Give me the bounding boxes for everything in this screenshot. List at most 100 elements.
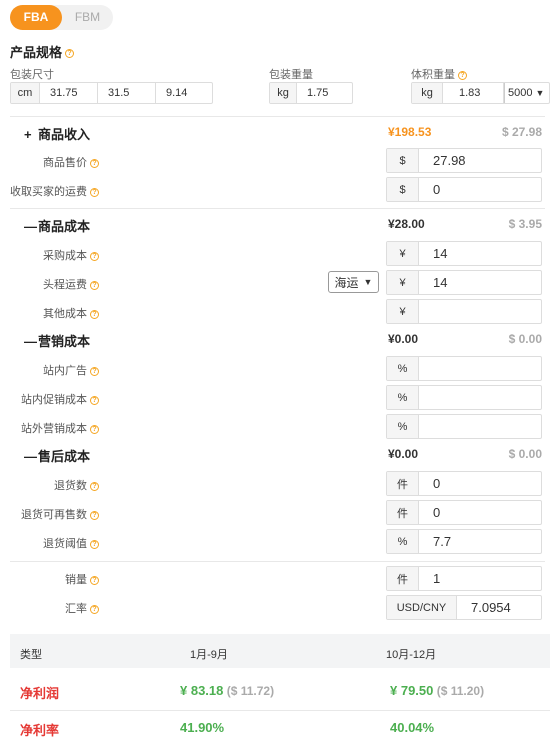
aftersale-cny: ¥0.00 bbox=[388, 447, 419, 461]
height-input[interactable]: 9.14 bbox=[156, 83, 212, 103]
divider bbox=[10, 710, 550, 711]
fx-rate-value[interactable]: 7.0954 bbox=[457, 596, 541, 619]
onsite-promo-value[interactable] bbox=[419, 386, 541, 409]
resellable-input[interactable]: 件 0 bbox=[386, 500, 542, 525]
freight-value[interactable]: 14 bbox=[419, 271, 541, 294]
vol-weight-label-text: 体积重量 bbox=[411, 69, 455, 81]
summary-col-type: 类型 bbox=[20, 649, 42, 661]
width-input[interactable]: 31.5 bbox=[98, 83, 156, 103]
goods-cost-cny: ¥28.00 bbox=[388, 217, 425, 231]
pkg-size-field: cm 31.75 31.5 9.14 bbox=[10, 82, 213, 104]
income-usd: $ 27.98 bbox=[501, 125, 542, 139]
help-icon[interactable]: ? bbox=[90, 395, 99, 405]
sales-qty-input[interactable]: 件 1 bbox=[386, 566, 542, 591]
length-input[interactable]: 31.75 bbox=[40, 83, 98, 103]
pkg-weight-label: 包装重量 bbox=[269, 69, 313, 81]
onsite-promo-input[interactable]: % bbox=[386, 385, 542, 410]
help-icon[interactable]: ? bbox=[90, 366, 99, 376]
buyer-shipping-value[interactable]: 0 bbox=[419, 178, 541, 201]
help-icon[interactable]: ? bbox=[458, 70, 467, 80]
price-input[interactable]: $ 27.98 bbox=[386, 148, 542, 173]
help-icon[interactable]: ? bbox=[90, 424, 99, 434]
marketing-title-text: 营销成本 bbox=[38, 334, 91, 349]
purchase-input[interactable]: ¥ 14 bbox=[386, 241, 542, 266]
onsite-ads-label: 站内广告? bbox=[4, 362, 99, 378]
price-unit: $ bbox=[387, 149, 419, 172]
price-value[interactable]: 27.98 bbox=[419, 149, 541, 172]
onsite-promo-label-text: 站内促销成本 bbox=[21, 394, 87, 406]
other-cost-value[interactable] bbox=[419, 300, 541, 323]
freight-unit: ¥ bbox=[387, 271, 419, 294]
collapse-icon[interactable]: — bbox=[24, 449, 38, 464]
onsite-ads-input[interactable]: % bbox=[386, 356, 542, 381]
return-threshold-input[interactable]: % 7.7 bbox=[386, 529, 542, 554]
offsite-marketing-label-text: 站外营销成本 bbox=[21, 423, 87, 435]
buyer-shipping-label: 收取买家的运费? bbox=[4, 183, 99, 199]
freight-label-text: 头程运费 bbox=[43, 279, 87, 291]
divider bbox=[10, 116, 545, 117]
marketing-usd: $ 0.00 bbox=[508, 332, 542, 346]
help-icon[interactable]: ? bbox=[90, 309, 99, 319]
vol-weight-input[interactable]: 1.83 bbox=[443, 83, 504, 103]
returns-value[interactable]: 0 bbox=[419, 472, 541, 495]
aftersale-title-text: 售后成本 bbox=[38, 449, 91, 464]
buyer-shipping-unit: $ bbox=[387, 178, 419, 201]
offsite-marketing-label: 站外营销成本? bbox=[4, 420, 99, 436]
return-threshold-value[interactable]: 7.7 bbox=[419, 530, 541, 553]
return-threshold-label: 退货阈值? bbox=[4, 535, 99, 551]
freight-mode-select[interactable]: 海运 ▼ bbox=[328, 271, 379, 293]
resellable-label: 退货可再售数? bbox=[4, 506, 99, 522]
return-threshold-unit: % bbox=[387, 530, 419, 553]
resellable-label-text: 退货可再售数 bbox=[21, 509, 87, 521]
help-icon[interactable]: ? bbox=[90, 251, 99, 261]
net-profit-oct-dec-usd: ($ 11.20) bbox=[436, 684, 485, 698]
help-icon[interactable]: ? bbox=[90, 539, 99, 549]
onsite-ads-unit: % bbox=[387, 357, 419, 380]
help-icon[interactable]: ? bbox=[90, 575, 99, 585]
onsite-ads-label-text: 站内广告 bbox=[43, 365, 87, 377]
aftersale-title: —售后成本 bbox=[24, 446, 90, 465]
purchase-value[interactable]: 14 bbox=[419, 242, 541, 265]
net-profit-jan-sep-usd: ($ 11.72) bbox=[226, 684, 275, 698]
freight-mode-value: 海运 bbox=[334, 275, 359, 290]
returns-label: 退货数? bbox=[4, 477, 99, 493]
fx-rate-input[interactable]: USD/CNY 7.0954 bbox=[386, 595, 542, 620]
tab-fbm[interactable]: FBM bbox=[62, 5, 113, 30]
fx-rate-label: 汇率? bbox=[4, 600, 99, 616]
other-cost-input[interactable]: ¥ bbox=[386, 299, 542, 324]
purchase-label: 采购成本? bbox=[4, 247, 99, 263]
pkg-weight-unit: kg bbox=[270, 83, 297, 103]
divider bbox=[10, 208, 545, 209]
help-icon[interactable]: ? bbox=[90, 158, 99, 168]
buyer-shipping-input[interactable]: $ 0 bbox=[386, 177, 542, 202]
help-icon[interactable]: ? bbox=[90, 187, 99, 197]
net-profit-jan-sep: ¥ 83.18 ($ 11.72) bbox=[180, 683, 274, 698]
resellable-value[interactable]: 0 bbox=[419, 501, 541, 524]
help-icon[interactable]: ? bbox=[90, 280, 99, 290]
vol-divisor-select[interactable]: 5000 ▼ bbox=[504, 83, 549, 103]
help-icon[interactable]: ? bbox=[65, 49, 75, 59]
offsite-marketing-input[interactable]: % bbox=[386, 414, 542, 439]
help-icon[interactable]: ? bbox=[90, 481, 99, 491]
returns-label-text: 退货数 bbox=[54, 480, 87, 492]
vol-weight-unit: kg bbox=[412, 83, 443, 103]
pkg-size-label: 包装尺寸 bbox=[10, 69, 54, 81]
help-icon[interactable]: ? bbox=[90, 604, 99, 614]
offsite-marketing-value[interactable] bbox=[419, 415, 541, 438]
onsite-ads-value[interactable] bbox=[419, 357, 541, 380]
fulfillment-toggle: FBA FBM bbox=[10, 5, 113, 30]
return-threshold-label-text: 退货阈值 bbox=[43, 538, 87, 550]
help-icon[interactable]: ? bbox=[90, 510, 99, 520]
collapse-icon[interactable]: — bbox=[24, 334, 38, 349]
freight-input[interactable]: ¥ 14 bbox=[386, 270, 542, 295]
tab-fba[interactable]: FBA bbox=[10, 5, 62, 30]
returns-input[interactable]: 件 0 bbox=[386, 471, 542, 496]
income-title-text: 商品收入 bbox=[38, 127, 91, 142]
collapse-icon[interactable]: — bbox=[24, 219, 38, 234]
fx-rate-unit: USD/CNY bbox=[387, 596, 457, 619]
vol-weight-label: 体积重量? bbox=[411, 66, 467, 82]
pkg-weight-input[interactable]: 1.75 bbox=[297, 83, 352, 103]
purchase-label-text: 采购成本 bbox=[43, 250, 87, 262]
sales-qty-value[interactable]: 1 bbox=[419, 567, 541, 590]
expand-icon[interactable]: + bbox=[24, 127, 38, 142]
